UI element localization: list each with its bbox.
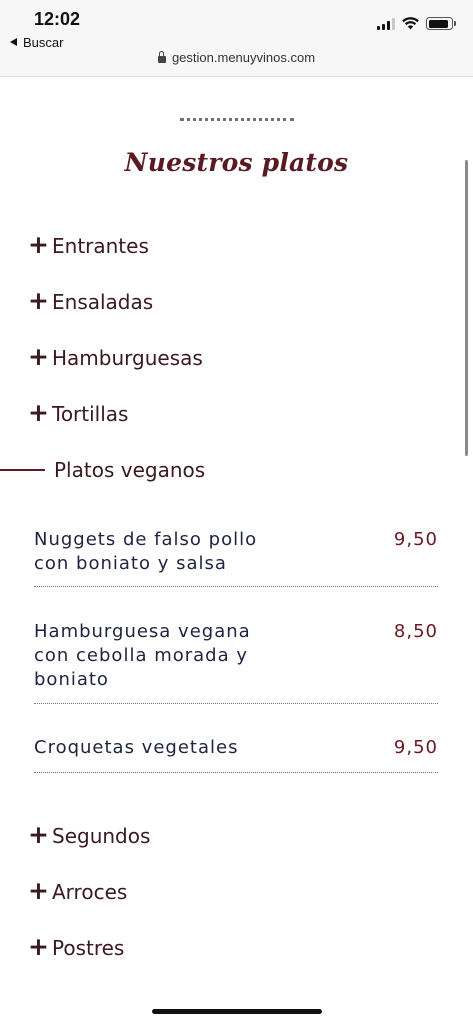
back-to-search-button[interactable]: Buscar — [10, 35, 63, 50]
url-text: gestion.menuyvinos.com — [171, 50, 316, 65]
dish-item[interactable]: Croquetas vegetales 9,50 — [34, 736, 438, 773]
home-indicator[interactable] — [152, 1009, 322, 1014]
category-ensaladas[interactable]: + Ensaladas — [28, 286, 154, 315]
dish-price: 8,50 — [393, 621, 438, 642]
category-arroces[interactable]: + Arroces — [28, 876, 128, 905]
category-hamburguesas[interactable]: + Hamburguesas — [28, 342, 203, 371]
page-title: Nuestros platos — [124, 148, 349, 177]
category-label: Arroces — [52, 880, 128, 904]
address-bar[interactable]: gestion.menuyvinos.com — [0, 50, 473, 65]
browser-top-bar: 12:02 Buscar gestion.menuyvinos.com — [0, 0, 473, 77]
category-label: Segundos — [52, 824, 151, 848]
dish-name: Croquetas vegetales — [34, 736, 334, 760]
status-icons — [377, 17, 456, 30]
dish-item[interactable]: Hamburguesa vegana con cebolla morada y … — [34, 620, 438, 704]
category-segundos[interactable]: + Segundos — [28, 820, 151, 849]
battery-level — [428, 19, 449, 28]
status-time: 12:02 — [34, 9, 81, 29]
battery-icon — [426, 17, 456, 30]
plus-icon: + — [28, 876, 49, 905]
category-postres[interactable]: + Postres — [28, 932, 125, 961]
plus-icon: + — [28, 398, 49, 427]
category-entrantes[interactable]: + Entrantes — [28, 230, 149, 259]
dish-price: 9,50 — [393, 529, 438, 550]
plus-icon: + — [28, 820, 49, 849]
category-label: Entrantes — [52, 234, 149, 258]
dish-price: 9,50 — [393, 737, 438, 758]
wifi-icon — [402, 17, 419, 30]
plus-icon: + — [28, 286, 49, 315]
back-arrow-icon — [10, 38, 17, 46]
scrollbar[interactable] — [465, 160, 468, 456]
lock-icon — [157, 51, 166, 63]
back-label: Buscar — [23, 35, 64, 50]
dish-name-line: boniato — [34, 669, 109, 690]
category-label: Platos veganos — [54, 458, 206, 482]
dish-name: Nuggets de falso pollo con boniato y sal… — [34, 528, 334, 576]
category-label: Hamburguesas — [52, 346, 203, 370]
plus-icon: + — [28, 230, 49, 259]
cellular-signal-icon — [377, 17, 395, 30]
category-platos-veganos[interactable]: Platos veganos — [52, 457, 205, 483]
dish-name-line: con boniato y salsa — [34, 553, 227, 574]
category-label: Ensaladas — [52, 290, 154, 314]
expanded-indicator-line — [0, 469, 45, 471]
plus-icon: + — [28, 342, 49, 371]
category-label: Tortillas — [52, 402, 129, 426]
plus-icon: + — [28, 932, 49, 961]
dish-name-line: con cebolla morada y — [34, 645, 249, 666]
dish-name-line: Nuggets de falso pollo — [34, 529, 258, 550]
dish-item[interactable]: Nuggets de falso pollo con boniato y sal… — [34, 528, 438, 587]
category-label: Postres — [52, 936, 125, 960]
category-tortillas[interactable]: + Tortillas — [28, 398, 129, 427]
dish-name-line: Croquetas vegetales — [34, 737, 239, 758]
dish-name: Hamburguesa vegana con cebolla morada y … — [34, 620, 334, 692]
dotted-divider — [180, 118, 294, 121]
dish-name-line: Hamburguesa vegana — [34, 621, 251, 642]
